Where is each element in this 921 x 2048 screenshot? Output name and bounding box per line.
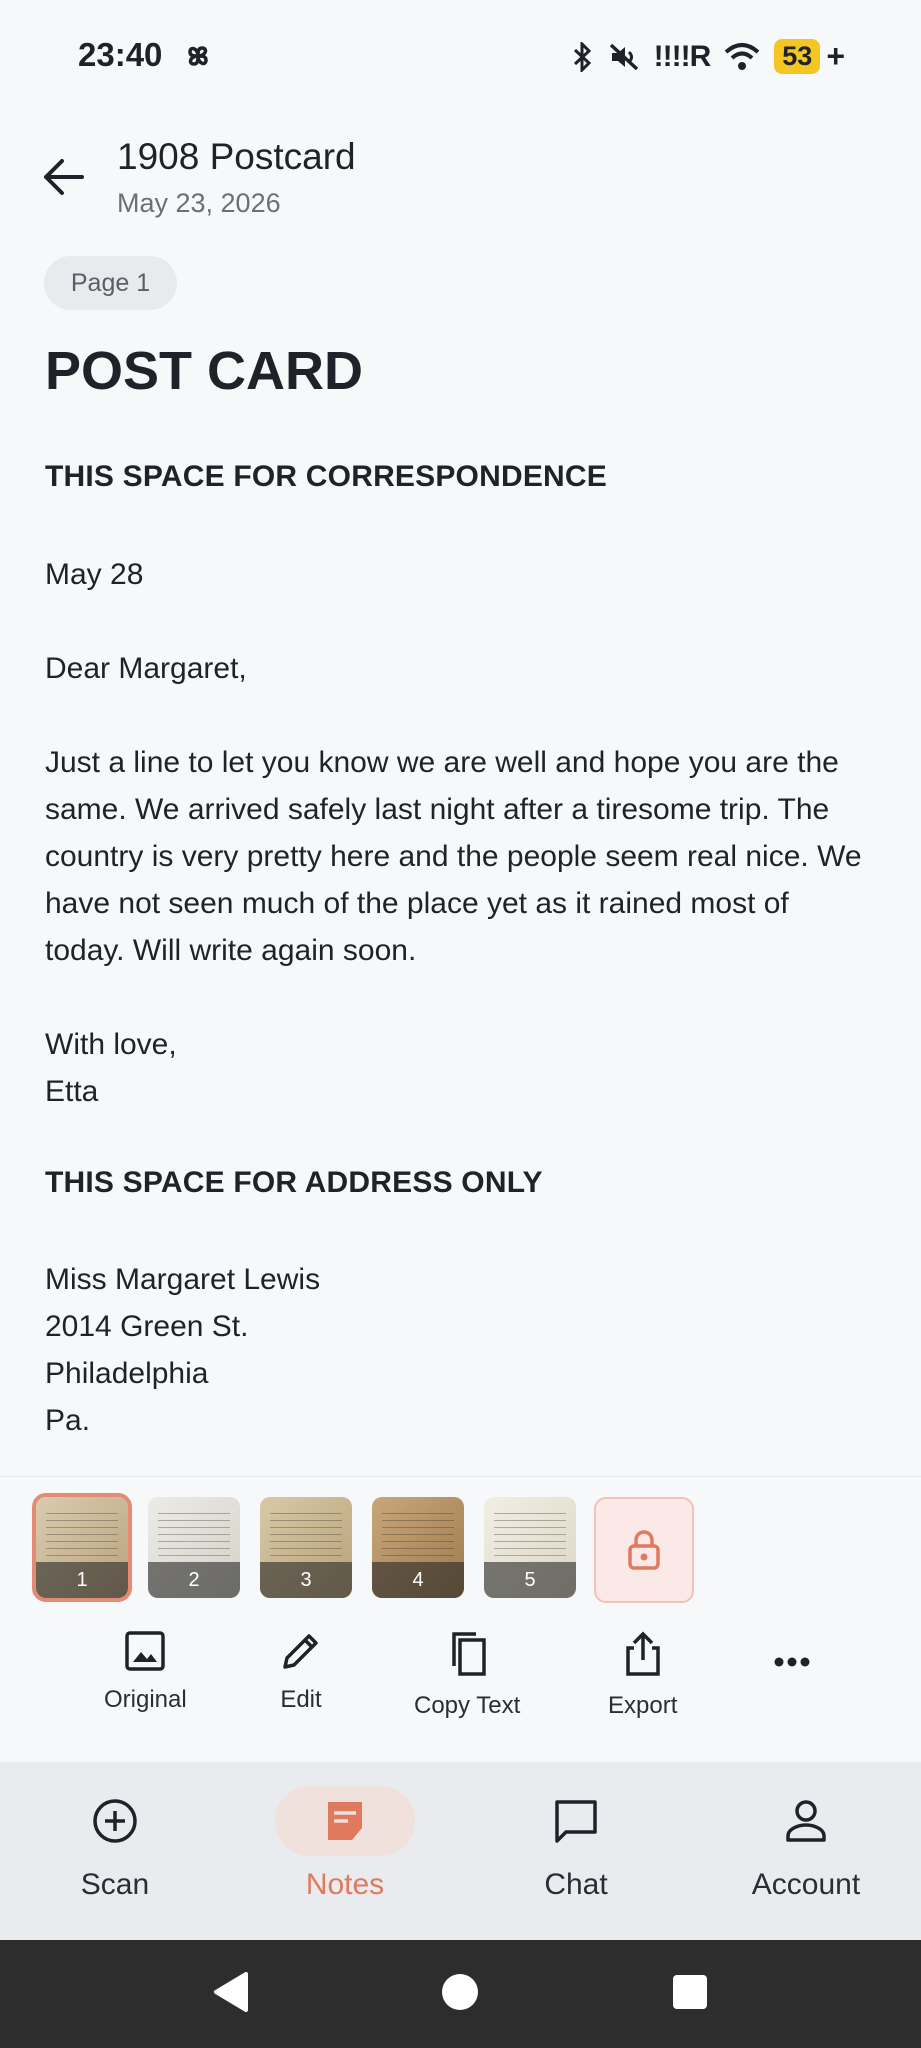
muted-icon [609, 43, 638, 70]
nav-scan[interactable]: Scan [15, 1762, 215, 1940]
edit-button[interactable]: Edit [280, 1630, 322, 1714]
wifi-icon [724, 42, 760, 70]
status-icons: !!!!R 53 + [572, 38, 845, 75]
system-back-icon[interactable] [210, 1970, 250, 2014]
page-thumbnail-strip: 1 2 3 4 5 [0, 1476, 921, 1607]
system-recents-icon[interactable] [670, 1970, 710, 2014]
copy-text-button[interactable]: Copy Text [414, 1630, 520, 1720]
person-icon [786, 1800, 826, 1842]
network-indicator: !!!!R [653, 39, 712, 73]
copy-icon [452, 1632, 486, 1676]
export-button[interactable]: Export [608, 1630, 677, 1720]
locked-page-button[interactable] [594, 1497, 694, 1603]
system-home-icon[interactable] [440, 1970, 480, 2014]
back-button[interactable] [38, 152, 88, 202]
page-thumbnail[interactable]: 3 [260, 1497, 352, 1598]
bluetooth-icon [573, 41, 591, 72]
page-thumbnail[interactable]: 2 [148, 1497, 240, 1598]
note-icon [328, 1802, 362, 1840]
image-icon [125, 1631, 166, 1671]
action-row: Original Edit Copy Text Export [0, 1630, 921, 1760]
status-time: 23:40 [78, 36, 163, 73]
page-thumbnail[interactable]: 4 [372, 1497, 464, 1598]
more-button[interactable] [774, 1656, 810, 1668]
note-header: 1908 Postcard May 23, 2026 [0, 130, 921, 230]
nav-notes[interactable]: Notes [245, 1762, 445, 1940]
page-thumbnail[interactable]: 1 [32, 1493, 132, 1602]
share-icon [625, 1631, 660, 1676]
more-horizontal-icon [774, 1657, 810, 1667]
nav-chat[interactable]: Chat [476, 1762, 676, 1940]
document-title: POST CARD [45, 341, 364, 401]
address-name: Miss Margaret Lewis [45, 1263, 321, 1296]
date-line: May 28 [45, 558, 144, 591]
battery-indicator: 53 [774, 39, 821, 74]
lock-icon [628, 1530, 660, 1570]
section-heading-address: THIS SPACE FOR ADDRESS ONLY [45, 1166, 543, 1199]
page-thumbnail[interactable]: 5 [484, 1497, 576, 1598]
section-heading-correspondence: THIS SPACE FOR CORRESPONDENCE [45, 460, 607, 493]
original-button[interactable]: Original [104, 1630, 187, 1714]
closing: With love, [45, 1028, 177, 1061]
pinwheel-icon [188, 46, 208, 66]
add-circle-icon [93, 1799, 137, 1843]
nav-account[interactable]: Account [706, 1762, 906, 1940]
bottom-navigation: Scan Notes Chat Account [0, 1762, 921, 1940]
signature: Etta [45, 1075, 99, 1108]
note-title: 1908 Postcard [117, 136, 356, 177]
address-city: Philadelphia [45, 1357, 209, 1390]
page-chip: Page 1 [44, 256, 177, 310]
address-state: Pa. [45, 1404, 91, 1437]
charging-indicator: + [826, 38, 845, 74]
status-bar: 23:40 !!!!R 53 + [0, 0, 921, 112]
pencil-icon [283, 1634, 318, 1669]
letter-body: Just a line to let you know we are well … [45, 746, 862, 967]
note-date: May 23, 2026 [117, 188, 281, 218]
system-navigation-bar [0, 1940, 921, 2048]
address-street: 2014 Green St. [45, 1310, 249, 1343]
arrow-left-icon [44, 159, 84, 195]
greeting: Dear Margaret, [45, 652, 247, 685]
chat-icon [555, 1800, 597, 1843]
